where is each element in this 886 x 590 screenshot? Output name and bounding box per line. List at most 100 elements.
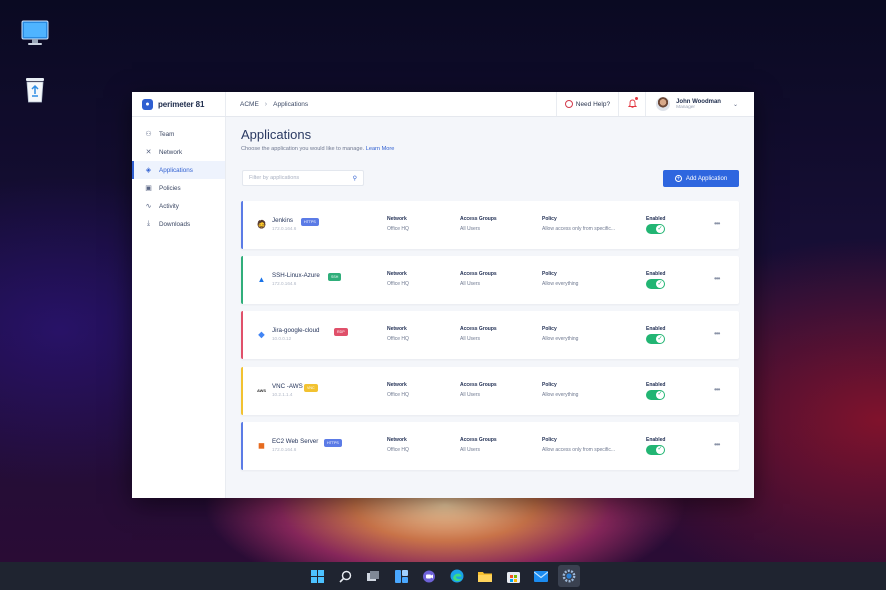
app-row[interactable]: ◆ Jira-google-cloud RDP 10.0.0.12 Networ… bbox=[241, 311, 739, 360]
sidebar-item-team[interactable]: ⚇ Team bbox=[132, 125, 225, 143]
search-icon[interactable] bbox=[334, 565, 356, 587]
access-groups-column: Access Groups All Users bbox=[460, 382, 497, 398]
recycle-bin-icon[interactable] bbox=[18, 72, 52, 106]
enabled-toggle[interactable]: ✓ bbox=[646, 444, 665, 455]
enabled-toggle[interactable]: ✓ bbox=[646, 279, 665, 290]
more-options-icon[interactable]: ••• bbox=[714, 385, 720, 394]
activity-icon: ∿ bbox=[145, 203, 152, 210]
app-ip: 172.0.164.6 bbox=[272, 281, 297, 287]
access-groups-value: All Users bbox=[460, 446, 481, 453]
app-row[interactable]: 🧔 Jenkins HTTPS 172.0.164.6 Network Offi… bbox=[241, 201, 739, 249]
enabled-toggle[interactable]: ✓ bbox=[646, 334, 665, 345]
app-row[interactable]: ◼ EC2 Web Server HTTPS 172.0.164.6 Netwo… bbox=[241, 421, 739, 470]
notifications-button[interactable] bbox=[619, 92, 647, 116]
help-icon bbox=[564, 100, 573, 108]
brand[interactable]: ● perimeter 81 bbox=[132, 92, 226, 116]
sidebar-item-downloads[interactable]: ⤓ Downloads bbox=[132, 215, 225, 233]
access-groups-value: All Users bbox=[460, 281, 481, 288]
sidebar-item-label: Network bbox=[159, 148, 183, 156]
plus-icon: + bbox=[674, 175, 682, 182]
more-options-icon[interactable]: ••• bbox=[714, 329, 720, 338]
column-header: Access Groups bbox=[460, 271, 497, 278]
app-name[interactable]: EC2 Web Server bbox=[272, 438, 318, 445]
app-name[interactable]: Jenkins bbox=[272, 217, 293, 224]
column-header: Policy bbox=[542, 326, 557, 333]
enabled-toggle[interactable]: ✓ bbox=[646, 389, 665, 400]
enabled-toggle[interactable]: ✓ bbox=[646, 224, 665, 234]
breadcrumb: ACME › Applications bbox=[226, 101, 556, 108]
app-ip: 10.0.0.12 bbox=[272, 336, 292, 342]
policy-column: Policy Allow everything bbox=[542, 271, 578, 287]
column-header: Access Groups bbox=[460, 216, 497, 222]
more-options-icon[interactable]: ••• bbox=[714, 440, 720, 449]
subtitle-text: Choose the application you would like to… bbox=[241, 146, 365, 152]
column-header: Policy bbox=[542, 216, 557, 222]
sidebar-item-activity[interactable]: ∿ Activity bbox=[132, 197, 225, 215]
widgets-icon[interactable] bbox=[390, 565, 412, 587]
filter-input[interactable]: Filter by applications ⚲ bbox=[242, 170, 364, 186]
column-header: Network bbox=[387, 381, 407, 388]
column-header: Network bbox=[387, 436, 407, 443]
access-groups-column: Access Groups All Users bbox=[460, 216, 497, 232]
app-icon: ▲ bbox=[257, 275, 266, 285]
app-row[interactable]: ▲ SSH-Linux-Azure SSH 172.0.164.6 Networ… bbox=[241, 256, 739, 305]
user-menu[interactable]: John Woodman Manager ⌄ bbox=[646, 92, 754, 116]
file-explorer-icon[interactable] bbox=[474, 565, 496, 587]
learn-more-link[interactable]: Learn More bbox=[366, 146, 395, 152]
more-options-icon[interactable]: ••• bbox=[714, 274, 720, 283]
need-help-button[interactable]: Need Help? bbox=[555, 92, 620, 116]
taskbar bbox=[0, 562, 886, 590]
monitor-icon[interactable] bbox=[18, 16, 52, 50]
sidebar-item-label: Downloads bbox=[159, 220, 191, 228]
network-column: Network Office HQ bbox=[387, 271, 409, 287]
teams-chat-icon[interactable] bbox=[418, 565, 440, 587]
network-column: Network Office HQ bbox=[387, 216, 409, 232]
sidebar: ⚇ Team ✕ Network ◈ Applications ▣ Polici… bbox=[132, 117, 226, 498]
protocol-badge: VNC bbox=[304, 383, 318, 392]
mail-icon[interactable] bbox=[530, 565, 552, 587]
more-options-icon[interactable]: ••• bbox=[714, 219, 720, 228]
app-ip: 172.0.164.6 bbox=[272, 446, 297, 452]
sidebar-item-network[interactable]: ✕ Network bbox=[132, 143, 225, 161]
column-header: Access Groups bbox=[460, 326, 497, 333]
column-header: Policy bbox=[542, 381, 557, 388]
start-icon[interactable] bbox=[306, 565, 328, 587]
main-content: Applications Choose the application you … bbox=[226, 117, 754, 498]
check-icon: ✓ bbox=[657, 225, 663, 232]
column-header: Access Groups bbox=[460, 436, 497, 443]
network-column: Network Office HQ bbox=[387, 437, 409, 453]
app-name[interactable]: Jira-google-cloud bbox=[272, 327, 319, 334]
store-icon[interactable] bbox=[502, 565, 524, 587]
policy-column: Policy Allow access only from specific..… bbox=[542, 437, 615, 453]
chevron-right-icon: › bbox=[264, 100, 268, 108]
edge-icon[interactable] bbox=[446, 565, 468, 587]
access-groups-column: Access Groups All Users bbox=[460, 271, 497, 287]
app-row[interactable]: AWS VNC -AWS VNC 10.2.1.1.4 Network Offi… bbox=[241, 366, 739, 415]
perimeter81-window: ● perimeter 81 ACME › Applications Need … bbox=[132, 92, 754, 498]
downloads-icon: ⤓ bbox=[146, 220, 151, 227]
task-view-icon[interactable] bbox=[362, 565, 384, 587]
network-column: Network Office HQ bbox=[387, 326, 409, 342]
app-name[interactable]: SSH-Linux-Azure bbox=[272, 272, 320, 279]
network-value: Office HQ bbox=[387, 391, 409, 398]
breadcrumb-acme[interactable]: ACME bbox=[240, 101, 259, 108]
column-header: Access Groups bbox=[460, 381, 497, 388]
check-icon: ✓ bbox=[657, 335, 663, 342]
brand-name: perimeter 81 bbox=[158, 99, 205, 109]
enabled-label: Enabled bbox=[646, 271, 666, 278]
page-subtitle: Choose the application you would like to… bbox=[241, 146, 394, 152]
app-icon: ◆ bbox=[258, 330, 265, 340]
app-name[interactable]: VNC -AWS bbox=[272, 383, 303, 390]
sidebar-item-applications[interactable]: ◈ Applications bbox=[132, 161, 225, 179]
column-header: Network bbox=[387, 271, 407, 278]
search-icon: ⚲ bbox=[352, 175, 357, 182]
protocol-badge: HTTPS bbox=[301, 218, 319, 226]
breadcrumb-applications: Applications bbox=[273, 100, 309, 108]
app-icon: AWS bbox=[256, 387, 267, 393]
add-application-button[interactable]: + Add Application bbox=[663, 170, 739, 187]
sidebar-item-policies[interactable]: ▣ Policies bbox=[132, 179, 225, 197]
sidebar-item-label: Team bbox=[159, 130, 175, 138]
check-icon: ✓ bbox=[657, 280, 663, 287]
notification-dot bbox=[635, 97, 639, 100]
settings-icon[interactable] bbox=[558, 565, 580, 587]
